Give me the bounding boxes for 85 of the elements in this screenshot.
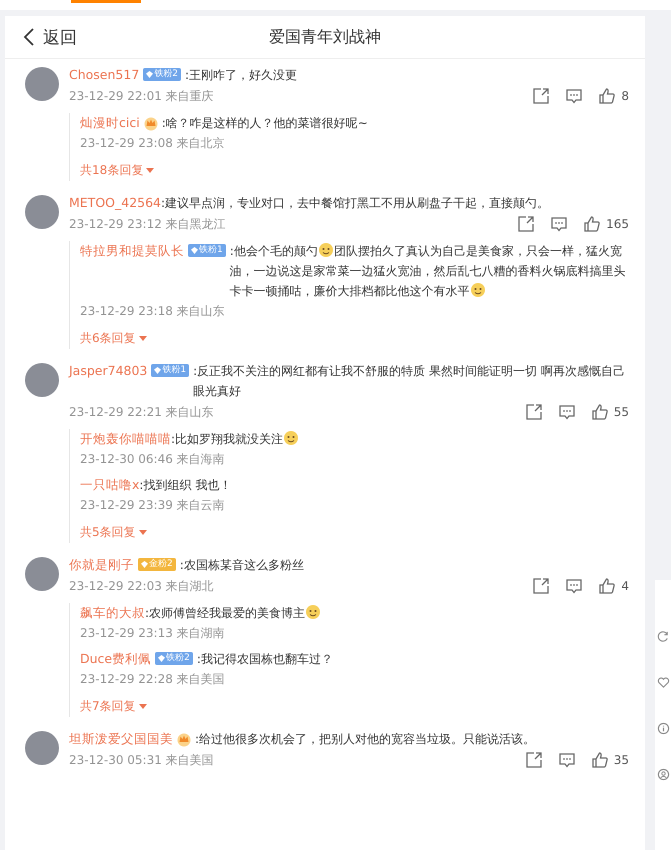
comment-icon[interactable] [550,215,568,233]
fan-badge: 铁粉1 [151,364,190,377]
refresh-icon[interactable] [656,630,670,643]
avatar[interactable] [25,731,59,765]
comment-icon[interactable] [558,751,576,769]
comment-meta: 23-12-29 22:01 来自重庆 [69,88,214,104]
tab-indicator [71,0,141,3]
info-icon[interactable] [656,722,670,735]
avatar[interactable] [25,363,59,397]
thumbs-up-icon [590,751,609,769]
reply-meta: 23-12-29 22:28 来自美国 [80,671,226,688]
crown-icon [142,115,159,131]
back-icon [23,27,35,47]
thumbs-up-icon [598,87,616,105]
comment-meta: 23-12-30 05:31 来自美国 [69,752,214,768]
reply-text: :我记得农国栋也翻车过？ [196,651,334,668]
comment-text: :王刚咋了，好久没更 [185,67,298,84]
reply-text: :比如罗翔我就没关注 [171,429,629,449]
thumbs-up-icon [598,577,616,595]
comment-icon[interactable] [565,87,584,105]
page-title: 爱国青年刘战神 [269,26,381,48]
thumbs-up-icon [590,403,609,421]
comment-text: :建议早点润，专业对口，去中餐馆打黑工不用从刷盘子干起，直接颠勺。 [161,195,550,212]
username[interactable]: 特拉男和提莫队长 [80,241,184,261]
reply-text: :农师傅曾经我最爱的美食博主 [145,603,629,623]
emoji-icon [283,430,300,446]
emoji-icon [470,282,486,298]
reply-text: :找到组织 我也！ [139,477,232,494]
share-icon[interactable] [532,87,550,105]
emoji-icon [318,242,334,258]
reply-meta: 23-12-29 23:08 来自北京 [80,135,226,152]
username[interactable]: METOO_42564 [69,193,162,213]
share-icon[interactable] [532,577,550,595]
avatar[interactable] [25,67,59,101]
more-replies-link[interactable]: 共5条回复 [80,521,147,543]
avatar[interactable] [25,557,59,591]
comment-meta: 23-12-29 22:21 来自山东 [69,404,214,420]
like-button[interactable]: 165 [583,215,629,233]
like-button[interactable]: 4 [598,577,629,595]
thumbs-up-icon [583,215,602,233]
username[interactable]: 坦斯泼爱父国国美 [69,729,173,749]
more-replies-link[interactable]: 共7条回复 [80,695,147,717]
comment-meta: 23-12-29 22:03 来自湖北 [69,578,214,594]
fan-badge: 铁粉2 [143,68,182,81]
heart-icon[interactable] [656,676,670,689]
username[interactable]: Duce费利佩 [80,649,152,669]
username[interactable]: 灿漫时cici [80,113,140,133]
emoji-icon [305,604,322,620]
avatar[interactable] [25,195,59,229]
comment-icon[interactable] [558,403,576,421]
comment-text: :反正我不关注的网红都有让我不舒服的特质 果然时间能证明一切 啊再次感慨自己眼光真好 [193,363,626,400]
username[interactable]: Chosen517 [69,65,140,85]
more-replies-link[interactable]: 共18条回复 [80,159,154,181]
share-icon[interactable] [517,215,536,233]
share-icon[interactable] [524,403,543,421]
comment-icon[interactable] [565,577,584,595]
username[interactable]: Jasper74803 [69,361,148,381]
caret-icon [146,168,154,172]
like-button[interactable]: 8 [598,87,629,105]
reply-meta: 23-12-29 23:39 来自云南 [80,497,226,514]
comment-meta: 23-12-29 23:12 来自黑龙江 [69,216,226,232]
reply-text: :他会个毛的颠勺 团队摆拍久了真认为自己是美食家，只会一样，猛火宽油，一边说这是家常菜一边猛火宽油，然后乱七八糟的香料火锅底料搞里头卡卡一顿捅咕，廉价大排档都比他这个有水平 [230,241,627,300]
username[interactable]: 飙车的大叔 [80,603,145,623]
share-icon[interactable] [524,751,543,769]
username[interactable]: 你就是刚子 [69,555,134,575]
caret-icon [138,336,147,340]
fan-badge: 铁粉2 [155,652,193,665]
caret-icon [138,704,147,708]
reply-meta: 23-12-29 23:18 来自山东 [80,303,226,320]
crown-icon [176,731,192,747]
comment-text: :农国栋某音这么多粉丝 [180,557,305,574]
username[interactable]: 一只咕噜x [80,475,140,495]
reply-text: :啥？咋是这样的人？他的菜谱很好呢~ [162,115,369,132]
user-icon[interactable] [656,768,670,781]
more-replies-link[interactable]: 共6条回复 [80,327,147,349]
like-button[interactable]: 55 [590,403,629,421]
back-button[interactable]: 返回 [23,26,77,48]
fan-badge: 铁粉1 [188,244,226,257]
caret-icon [138,530,147,534]
reply-meta: 23-12-29 23:13 来自湖南 [80,625,226,642]
like-button[interactable]: 35 [590,751,629,769]
comment-text: :给过他很多次机会了，把别人对他的宽容当垃圾。只能说活该。 [195,731,536,748]
username[interactable]: 开炮轰你喵喵喵 [80,429,171,449]
reply-meta: 23-12-30 06:46 来自海南 [80,451,226,468]
fan-badge: 金粉2 [138,558,176,571]
